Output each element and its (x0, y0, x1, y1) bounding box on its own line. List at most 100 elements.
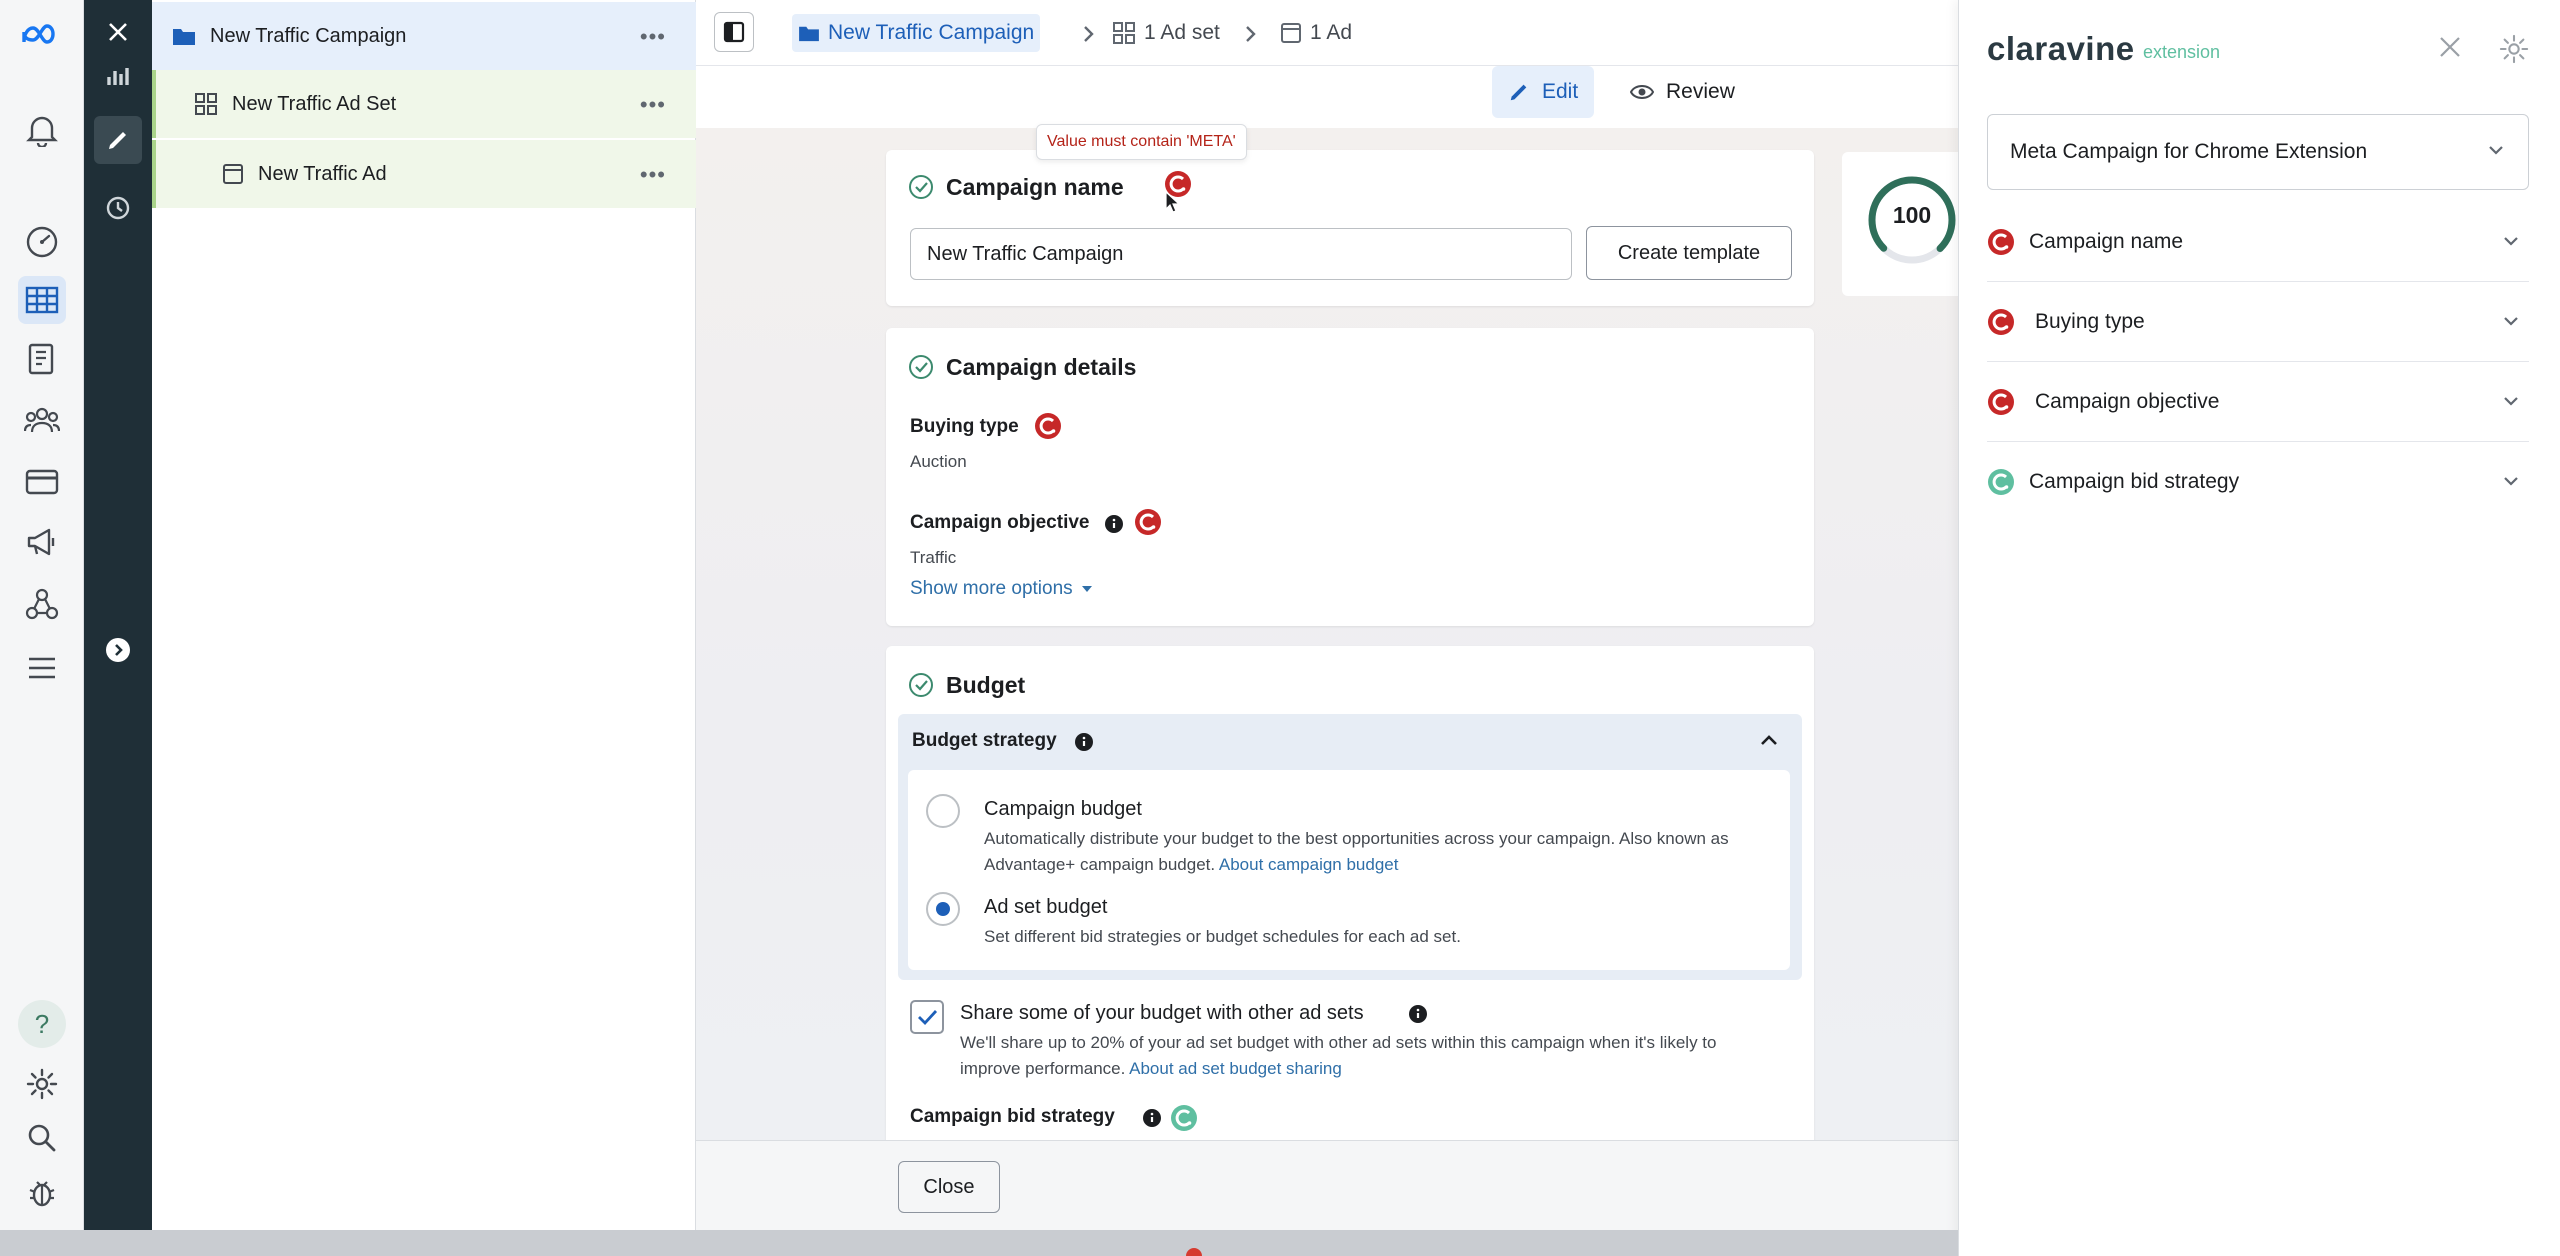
folder-icon (173, 29, 195, 45)
budget-strategy-options: Campaign budget Automatically distribute… (908, 770, 1790, 970)
gauge-icon[interactable] (18, 218, 66, 266)
campaign-objective-label: Campaign objective (910, 512, 1090, 533)
info-icon[interactable] (1104, 514, 1124, 534)
search-icon[interactable] (18, 1114, 66, 1162)
more-options-icon[interactable]: ••• (640, 162, 666, 188)
grid-icon (195, 93, 217, 115)
chevron-up-icon[interactable] (1760, 734, 1778, 746)
tab-edit[interactable]: Edit (1492, 66, 1595, 118)
claravine-error-icon (1988, 228, 2014, 255)
buying-type-value: Auction (910, 452, 967, 471)
claravine-error-icon[interactable] (1034, 412, 1062, 440)
breadcrumb-ad[interactable]: 1 Ad (1280, 14, 1352, 52)
claravine-ok-icon[interactable] (1170, 1104, 1198, 1132)
campaign-name-input[interactable]: New Traffic Campaign (910, 228, 1572, 280)
grid-icon (1113, 22, 1135, 44)
chevron-down-icon (2504, 477, 2518, 486)
budget-title: Budget (946, 672, 1026, 698)
megaphone-icon[interactable] (18, 518, 66, 566)
info-icon[interactable] (1408, 1004, 1428, 1024)
create-template-button[interactable]: Create template (1586, 226, 1792, 280)
campaign-details-title: Campaign details (946, 354, 1137, 380)
info-icon[interactable] (1142, 1108, 1162, 1128)
campaign-budget-title: Campaign budget (984, 798, 1142, 820)
ad-icon (1281, 23, 1301, 43)
tab-review[interactable]: Review (1614, 66, 1751, 118)
eye-icon (1630, 85, 1654, 99)
help-label: ? (34, 1008, 50, 1039)
people-icon[interactable] (18, 396, 66, 444)
clock-icon[interactable] (94, 184, 142, 232)
caret-down-icon (1081, 586, 1092, 592)
card-icon[interactable] (18, 458, 66, 506)
ext-row-campaign-objective[interactable]: Campaign objective (1987, 362, 2529, 442)
close-button[interactable]: Close (898, 1161, 1000, 1213)
share-budget-desc: We'll share up to 20% of your ad set bud… (960, 1033, 1717, 1078)
bug-icon[interactable] (18, 1168, 66, 1216)
pencil-icon[interactable] (94, 116, 142, 164)
claravine-logo: claravine (1987, 30, 2135, 67)
help-icon[interactable]: ? (18, 1000, 66, 1048)
tree-item-label: New Traffic Ad Set (232, 92, 397, 115)
budget-strategy-section: Budget strategy Campaign budget Automati… (898, 714, 1802, 980)
breadcrumb-campaign[interactable]: New Traffic Campaign (792, 14, 1041, 52)
close-icon[interactable] (94, 8, 142, 56)
chart-icon[interactable] (94, 52, 142, 100)
chevron-right-icon (1246, 26, 1256, 42)
global-nav-rail: ? (0, 0, 84, 1230)
claravine-error-icon[interactable] (1134, 508, 1162, 536)
menu-icon[interactable] (18, 644, 66, 692)
close-icon[interactable] (2439, 36, 2461, 58)
network-icon[interactable] (18, 580, 66, 628)
editor-canvas: Campaign name New Traffic Campaign Creat… (696, 128, 1958, 1140)
ext-row-campaign-name[interactable]: Campaign name (1987, 202, 2529, 282)
gear-icon[interactable] (18, 1060, 66, 1108)
chevron-right-icon[interactable] (94, 626, 142, 674)
editor-tool-strip (84, 0, 152, 1230)
more-options-icon[interactable]: ••• (640, 92, 666, 118)
about-budget-sharing-link[interactable]: About ad set budget sharing (1129, 1059, 1342, 1078)
campaign-budget-radio[interactable] (926, 794, 960, 828)
meta-logo-icon[interactable] (18, 12, 66, 60)
ext-row-bid-strategy[interactable]: Campaign bid strategy (1987, 442, 2529, 522)
about-campaign-budget-link[interactable]: About campaign budget (1219, 855, 1399, 874)
breadcrumb-adset[interactable]: 1 Ad set (1112, 14, 1220, 52)
campaign-budget-desc: Automatically distribute your budget to … (984, 829, 1729, 874)
pencil-icon (1510, 84, 1527, 101)
tree-item-campaign[interactable]: New Traffic Campaign ••• (152, 2, 696, 70)
folder-icon (799, 26, 819, 42)
chevron-down-icon (2504, 237, 2518, 246)
campaign-tree: New Traffic Campaign ••• New Traffic Ad … (152, 0, 696, 1230)
template-select[interactable]: Meta Campaign for Chrome Extension (1987, 114, 2529, 190)
adset-budget-desc: Set different bid strategies or budget s… (984, 927, 1461, 946)
adset-budget-radio[interactable] (926, 892, 960, 926)
chevron-down-icon (2504, 397, 2518, 406)
info-icon[interactable] (1074, 732, 1094, 752)
mouse-cursor-icon (1165, 190, 1180, 213)
tree-item-ad[interactable]: New Traffic Ad ••• (152, 140, 696, 208)
buying-type-label: Buying type (910, 416, 1019, 437)
chevron-right-icon (1084, 26, 1094, 42)
bell-icon[interactable] (18, 106, 66, 154)
campaign-details-card: Campaign details Buying type Auction Cam… (886, 328, 1814, 626)
claravine-error-icon (1988, 388, 2014, 415)
tree-item-adset[interactable]: New Traffic Ad Set ••• (152, 70, 696, 138)
claravine-error-icon (1988, 308, 2014, 335)
gear-icon[interactable] (2499, 34, 2529, 64)
editor-topbar: New Traffic Campaign 1 Ad set 1 Ad (696, 0, 1958, 66)
show-more-options-link[interactable]: Show more options (910, 578, 1093, 600)
adset-budget-title: Ad set budget (984, 896, 1108, 918)
more-options-icon[interactable]: ••• (640, 24, 666, 50)
table-icon[interactable] (18, 276, 66, 324)
sidebar-toggle-icon (723, 21, 745, 43)
book-icon[interactable] (18, 336, 66, 384)
chevron-down-icon (2504, 317, 2518, 326)
check-circle-icon (909, 355, 933, 379)
budget-strategy-header[interactable]: Budget strategy (912, 730, 1057, 752)
checkmark-icon (918, 1010, 938, 1026)
bid-strategy-label: Campaign bid strategy (910, 1106, 1115, 1127)
share-budget-checkbox[interactable] (910, 1000, 944, 1034)
panel-toggle-button[interactable] (714, 12, 754, 52)
campaign-name-title: Campaign name (946, 174, 1124, 200)
ext-row-buying-type[interactable]: Buying type (1987, 282, 2529, 362)
